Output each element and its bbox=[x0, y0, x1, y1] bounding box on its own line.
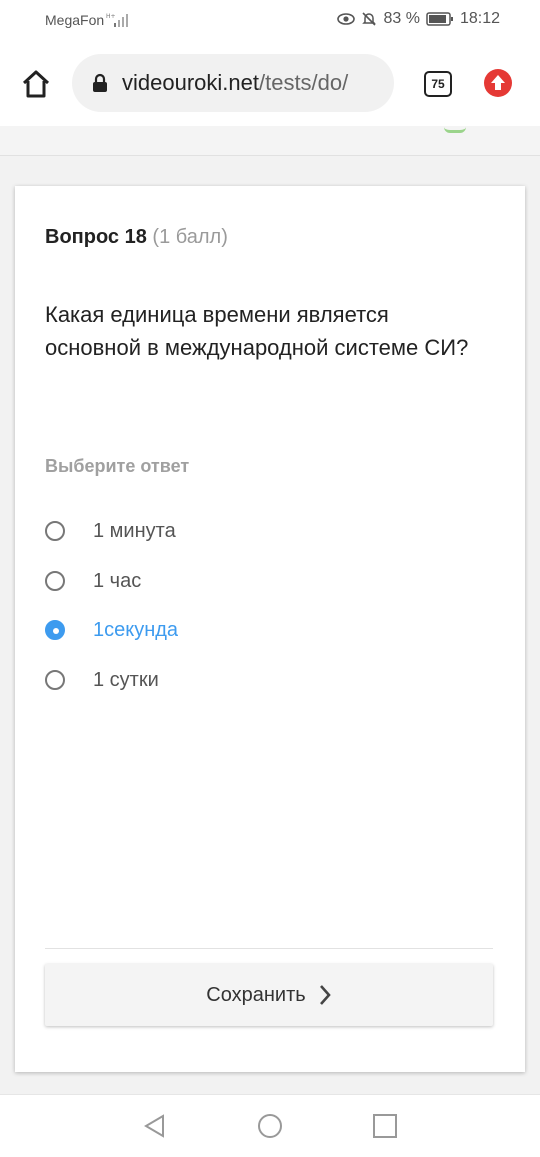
tab-count-button[interactable]: 75 bbox=[424, 71, 452, 97]
answer-label: 1 минута bbox=[93, 519, 176, 542]
back-triangle-icon[interactable] bbox=[142, 1113, 168, 1139]
answer-option-4[interactable]: 1 сутки bbox=[45, 665, 159, 695]
battery-icon bbox=[426, 12, 453, 26]
clock: 18:12 bbox=[459, 10, 500, 27]
home-icon[interactable] bbox=[18, 66, 54, 102]
home-circle-icon[interactable] bbox=[257, 1113, 283, 1139]
update-button[interactable] bbox=[484, 69, 512, 97]
answer-option-2[interactable]: 1 час bbox=[45, 566, 141, 596]
radio-button[interactable] bbox=[45, 670, 65, 690]
answer-label: 1 сутки bbox=[93, 668, 159, 691]
battery-percent: 83 % bbox=[383, 10, 420, 27]
browser-toolbar: videouroki.net/tests/do/ 75 bbox=[0, 40, 540, 127]
address-bar[interactable]: videouroki.net/tests/do/ bbox=[72, 54, 394, 112]
radio-button[interactable] bbox=[45, 521, 65, 541]
carrier-name: MegaFon bbox=[45, 12, 105, 28]
question-card: Вопрос 18 (1 балл) Какая единица времени… bbox=[15, 186, 525, 1072]
url-text: videouroki.net/tests/do/ bbox=[122, 70, 348, 96]
signal-icon: H+ bbox=[106, 13, 128, 27]
answer-option-3[interactable]: 1секунда bbox=[45, 615, 178, 645]
question-text: Какая единица времени является основной … bbox=[45, 302, 469, 360]
question-number: Вопрос 18 bbox=[45, 226, 147, 248]
svg-text:H+: H+ bbox=[106, 13, 116, 20]
chevron-right-icon bbox=[319, 985, 331, 1005]
divider bbox=[45, 948, 493, 949]
answer-option-1[interactable]: 1 минута bbox=[45, 516, 176, 546]
header-decoration bbox=[444, 126, 466, 133]
answer-label: 1секунда bbox=[93, 618, 179, 641]
tab-count: 75 bbox=[431, 77, 445, 91]
save-button-label: Сохранить bbox=[206, 983, 306, 1006]
save-button[interactable]: Сохранить bbox=[45, 964, 493, 1026]
system-nav-bar bbox=[0, 1094, 540, 1157]
lock-icon bbox=[93, 73, 107, 92]
status-bar: MegaFon H+ 83 % 18:12 bbox=[0, 0, 540, 40]
url-domain: videouroki.net bbox=[122, 70, 259, 95]
radio-button[interactable] bbox=[45, 571, 65, 591]
update-arrow-icon bbox=[491, 75, 505, 90]
page-header-strip bbox=[0, 126, 540, 156]
answer-hint: Выберите ответ bbox=[45, 456, 190, 476]
eye-icon bbox=[337, 13, 356, 25]
recents-square-icon[interactable] bbox=[372, 1113, 398, 1139]
question-points: (1 балл) bbox=[152, 226, 228, 248]
mute-bell-icon bbox=[362, 12, 377, 26]
url-path: /tests/do/ bbox=[258, 70, 349, 95]
radio-button-selected[interactable] bbox=[45, 620, 65, 640]
question-title: Вопрос 18 (1 балл) bbox=[45, 226, 228, 249]
answer-label: 1 час bbox=[93, 569, 142, 592]
